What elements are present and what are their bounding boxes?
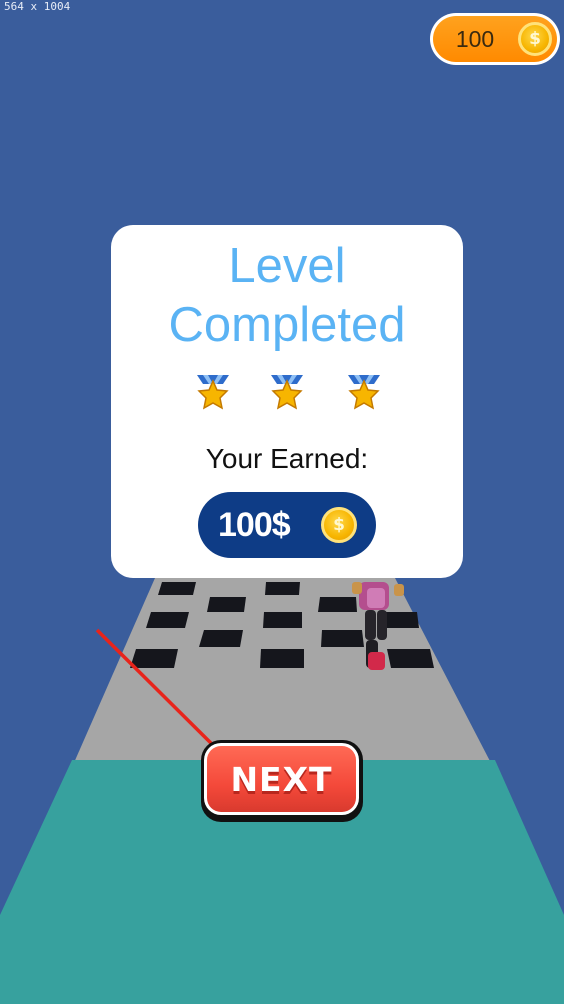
next-button[interactable]: NEXT	[201, 740, 363, 822]
star-rating	[111, 375, 463, 415]
coin-counter: 100 $	[430, 13, 560, 65]
next-button-label: NEXT	[230, 759, 333, 799]
dollar-coin-icon: $	[518, 22, 552, 56]
star-medal-icon	[348, 375, 380, 410]
reward-amount: 100$	[218, 506, 291, 544]
title-line-2: Completed	[168, 298, 406, 352]
dialog-title: Level Completed	[111, 237, 463, 355]
coin-count: 100	[455, 26, 495, 52]
star-medal-icon	[197, 375, 229, 410]
level-completed-dialog: Level Completed Your Earned: 100$ $	[111, 225, 463, 578]
screen-size-label: 564 x 1004	[4, 0, 71, 13]
reward-badge: 100$ $	[198, 492, 376, 558]
dollar-coin-icon: $	[321, 507, 357, 543]
star-medal-icon	[271, 375, 303, 410]
earned-label: Your Earned:	[205, 443, 369, 474]
title-line-1: Level	[228, 239, 346, 293]
